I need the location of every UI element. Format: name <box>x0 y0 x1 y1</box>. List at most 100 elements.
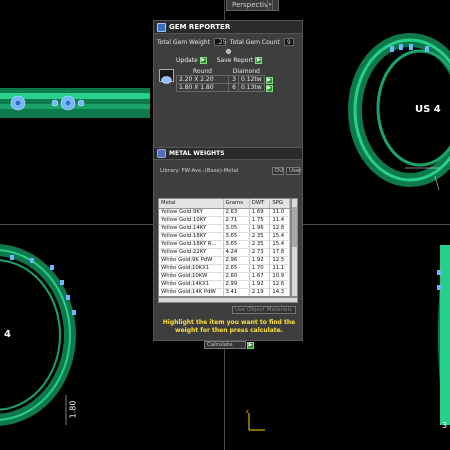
metal-dwt: 1.67 <box>249 272 271 281</box>
metal-spg: 11.4 <box>269 216 290 225</box>
metal-table-horizontal-scrollbar[interactable] <box>158 297 298 303</box>
spg-column-header[interactable]: SPG <box>269 199 290 209</box>
metal-row[interactable]: White Gold:9K PdW 2.96 1.92 12.5 <box>159 256 290 265</box>
play-icon: ▶ <box>199 57 207 64</box>
play-icon[interactable]: ▶ <box>265 84 273 92</box>
round-gem-thumbnail <box>159 69 174 84</box>
metal-name: Yellow Gold:14KY <box>159 224 224 233</box>
library-row: Library: FW-Ave.-(Base)-Metal DU User <box>160 167 302 175</box>
metal-row[interactable]: Yellow Gold:14KY 3.05 1.96 12.8 <box>159 224 290 233</box>
total-weight-value: .25 <box>213 38 226 46</box>
metal-name: White Gold:10KX1 <box>159 264 224 273</box>
metal-row[interactable]: White Gold:14K PdW 3.41 2.19 14.3 <box>159 288 290 296</box>
gem-count: 3 <box>228 75 239 84</box>
metal-dwt: 2.73 <box>249 248 271 257</box>
metal-name: Yellow Gold:9KY <box>159 208 224 217</box>
chevron-down-icon[interactable]: ▾ <box>267 0 273 11</box>
metal-row[interactable]: Yellow Gold:18KY 3.65 2.35 15.4 <box>159 232 290 241</box>
save-report-label: Save Report <box>216 57 254 64</box>
metal-spg: 12.8 <box>269 224 290 233</box>
metal-table-vertical-scrollbar[interactable] <box>291 198 298 297</box>
ring-size-label: US 4 <box>415 104 441 115</box>
gem-size: 1.80 X 1.80 <box>176 83 229 92</box>
metal-grams: 3.65 <box>223 240 250 249</box>
gem-weight: 0.12tw <box>238 75 265 84</box>
gem-actions: Update ▶ Save Report ▶ <box>176 57 263 64</box>
axis-gizmo-icon: z <box>246 409 265 431</box>
metal-spg: 10.9 <box>269 272 290 281</box>
play-icon: ▶ <box>255 57 263 64</box>
metal-row[interactable]: Yellow Gold:10KY 2.71 1.75 11.4 <box>159 216 290 225</box>
metal-spg: 11.0 <box>269 208 290 217</box>
gem-type-header: Diamond <box>232 68 260 75</box>
metal-weights-table[interactable]: Metal Grams DWT SPG Yellow Gold:9KY 2.63 1… <box>158 198 291 297</box>
metal-weights-title: METAL WEIGHTS <box>169 150 225 157</box>
play-icon[interactable]: ▶ <box>265 76 273 84</box>
gem-summary-table: Round Diamond 2.20 X 2.20 3 0.12tw ▶ 1.8… <box>176 68 275 92</box>
metal-grams: 2.71 <box>223 216 250 225</box>
total-weight-label: Total Gem Weight <box>157 38 210 46</box>
collapse-icon <box>226 49 231 54</box>
metal-spg: 14.3 <box>269 288 290 296</box>
du-button[interactable]: DU <box>272 167 284 175</box>
gem-icon <box>157 22 166 32</box>
gem-reporter-title: GEM REPORTER <box>169 23 231 31</box>
grams-column-header[interactable]: Grams <box>223 199 250 209</box>
metal-grams: 3.41 <box>223 288 250 296</box>
metal-spg: 12.6 <box>269 280 290 289</box>
instruction-text: Highlight the item you want to find the … <box>162 319 296 334</box>
metal-row[interactable]: Yellow Gold:18KY R... 3.65 2.35 15.4 <box>159 240 290 249</box>
gem-reporter-header: GEM REPORTER <box>154 21 302 34</box>
metal-grams: 2.60 <box>223 272 250 281</box>
update-button[interactable]: Update ▶ <box>176 57 207 64</box>
gem-row[interactable]: 1.80 X 1.80 6 0.13tw ▶ <box>176 83 275 92</box>
total-count-label: Total Gem Count <box>229 38 280 46</box>
metal-name: White Gold:14KX1 <box>159 280 224 289</box>
totals-row: Total Gem Weight .25 Total Gem Count 9 <box>157 38 294 46</box>
gem-size: 2.20 X 2.20 <box>176 75 229 84</box>
metal-spg: 17.8 <box>269 248 290 257</box>
play-icon[interactable]: ▶ <box>247 341 254 349</box>
metal-row[interactable]: Yellow Gold:9KY 2.63 1.69 11.0 <box>159 208 290 217</box>
use-object-materials-dropdown[interactable]: Use Object Materials <box>232 306 296 314</box>
gem-count: 6 <box>228 83 239 92</box>
metal-name: White Gold:10KW <box>159 272 224 281</box>
calculate-control: Calculate ▶ <box>204 341 254 349</box>
metal-row[interactable]: White Gold:10KW 2.60 1.67 10.9 <box>159 272 290 281</box>
metal-name: Yellow Gold:22KY <box>159 248 224 257</box>
collapse-toggle[interactable] <box>226 49 231 54</box>
update-label: Update <box>176 57 198 64</box>
save-report-button[interactable]: Save Report ▶ <box>217 57 263 64</box>
dwt-column-header[interactable]: DWT <box>249 199 271 209</box>
gem-reporter-panel: GEM REPORTER Total Gem Weight .25 Total … <box>153 20 303 349</box>
total-count-value: 9 <box>283 38 294 46</box>
metal-grams: 2.96 <box>223 256 250 265</box>
metal-weights-header: METAL WEIGHTS <box>154 147 302 160</box>
metal-name: Yellow Gold:18KY <box>159 232 224 241</box>
dimension-label: 1.80 <box>68 400 78 419</box>
metal-dwt: 1.75 <box>249 216 271 225</box>
metal-dwt: 1.70 <box>249 264 271 273</box>
metal-row[interactable]: White Gold:14KX1 2.99 1.92 12.6 <box>159 280 290 289</box>
metal-grams: 4.24 <box>223 248 250 257</box>
metal-dwt: 1.69 <box>249 208 271 217</box>
metal-row[interactable]: Yellow Gold:22KY 4.24 2.73 17.8 <box>159 248 290 257</box>
dimension-label-right: 3 <box>442 421 448 430</box>
metal-spg: 15.4 <box>269 232 290 241</box>
gem-weight: 0.13tw <box>238 83 265 92</box>
metal-spg: 12.5 <box>269 256 290 265</box>
metal-row[interactable]: White Gold:10KX1 2.65 1.70 11.1 <box>159 264 290 273</box>
metal-dwt: 1.92 <box>249 256 271 265</box>
scale-icon <box>157 149 166 158</box>
metal-name: White Gold:9K PdW <box>159 256 224 265</box>
metal-grams: 3.05 <box>223 224 250 233</box>
metal-dwt: 1.96 <box>249 224 271 233</box>
metal-grams: 2.63 <box>223 208 250 217</box>
metal-spg: 15.4 <box>269 240 290 249</box>
calculate-button[interactable]: Calculate <box>204 341 246 349</box>
gem-row[interactable]: 2.20 X 2.20 3 0.12tw ▶ <box>176 75 275 84</box>
metal-name: Yellow Gold:10KY <box>159 216 224 225</box>
metal-grams: 3.65 <box>223 232 250 241</box>
metal-column-header[interactable]: Metal <box>159 199 224 209</box>
user-button[interactable]: User <box>286 167 302 175</box>
